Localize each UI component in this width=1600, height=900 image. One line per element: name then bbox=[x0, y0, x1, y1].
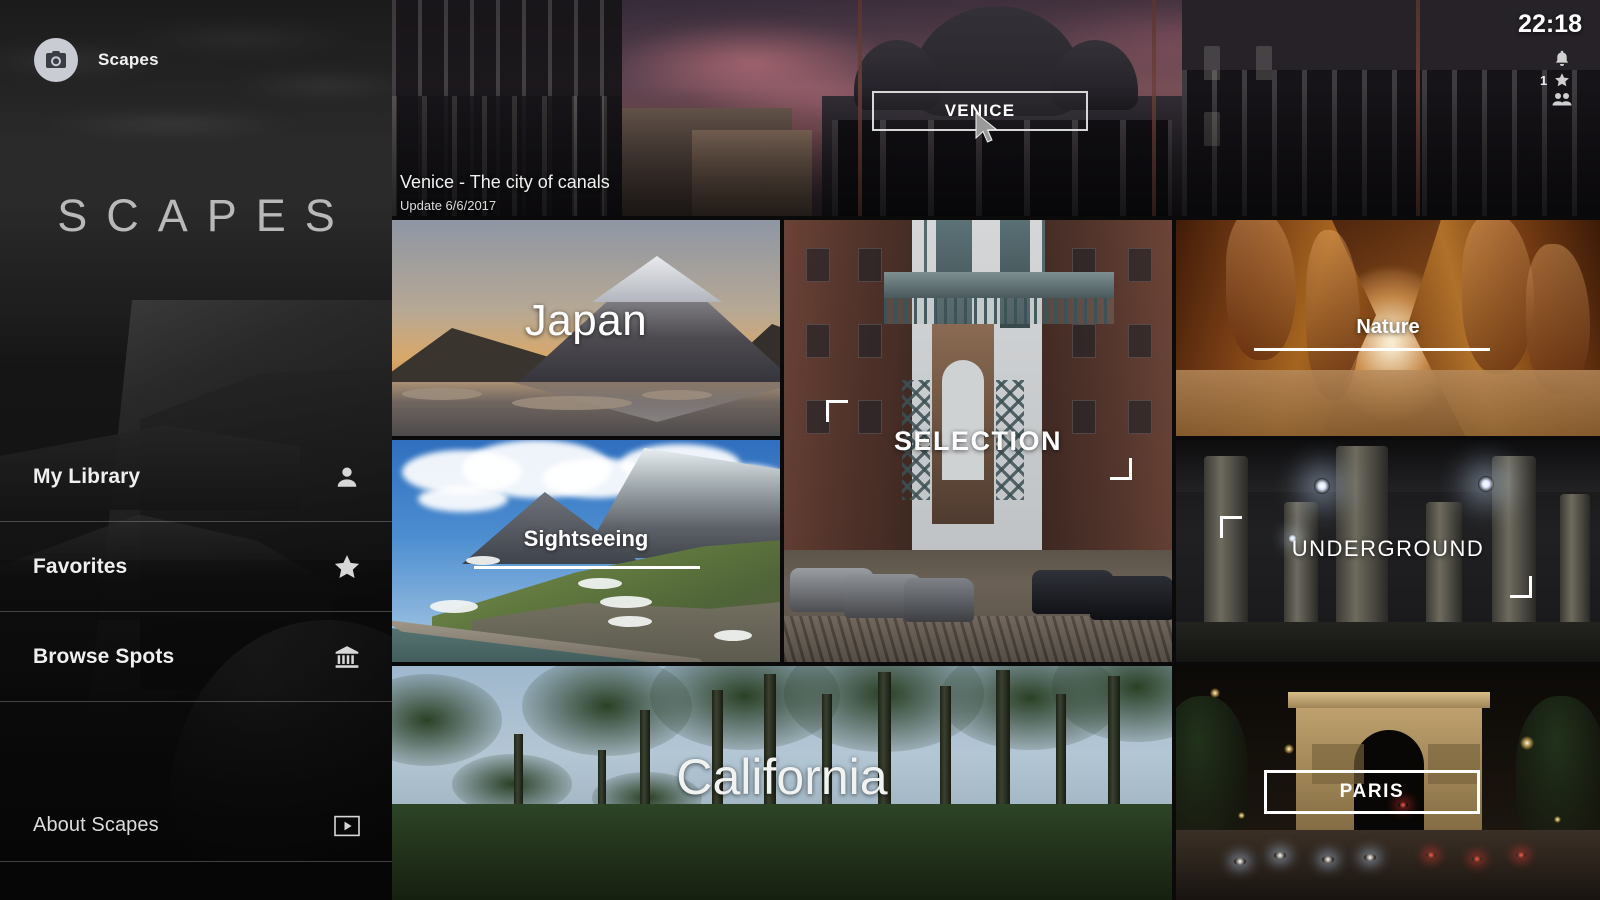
sidebar-item-my-library[interactable]: My Library bbox=[0, 432, 392, 522]
tile-grid: VENICE Venice - The city of canals Updat… bbox=[392, 0, 1600, 900]
selection-bracket-top-left bbox=[826, 400, 848, 422]
app-name-label: Scapes bbox=[98, 50, 159, 70]
sidebar-nav-bottom: About Scapes bbox=[0, 790, 392, 862]
tile-label-paris: PARIS bbox=[1340, 781, 1405, 803]
bell-icon[interactable] bbox=[1554, 50, 1570, 68]
tile-label-japan: Japan bbox=[392, 296, 780, 346]
camera-icon bbox=[34, 38, 78, 82]
sidebar-item-favorites[interactable]: Favorites bbox=[0, 522, 392, 612]
nature-underline bbox=[1254, 348, 1490, 351]
tile-label-selection: SELECTION bbox=[784, 426, 1172, 457]
sidebar-item-label: My Library bbox=[33, 465, 332, 489]
scapes-app-root: Scapes SCAPES My Library Favorites bbox=[0, 0, 1600, 900]
underground-bracket-top-left bbox=[1220, 516, 1242, 538]
hero-subtitle: Update 6/6/2017 bbox=[400, 198, 496, 213]
sidebar-item-label: Favorites bbox=[33, 555, 332, 579]
sidebar-nav: My Library Favorites Browse Spots bbox=[0, 432, 392, 702]
paris-focus-badge[interactable]: PARIS bbox=[1264, 770, 1480, 814]
hero-title: Venice - The city of canals bbox=[400, 172, 610, 193]
bank-icon bbox=[332, 642, 362, 672]
wordmark: SCAPES bbox=[0, 190, 392, 242]
tile-label-nature: Nature bbox=[1176, 316, 1600, 339]
tile-label-underground: UNDERGROUND bbox=[1176, 536, 1600, 562]
tile-selection[interactable]: SELECTION bbox=[784, 220, 1172, 662]
tile-japan[interactable]: Japan bbox=[392, 220, 780, 436]
tile-sightseeing[interactable]: Sightseeing bbox=[392, 440, 780, 662]
tile-nature[interactable]: Nature bbox=[1176, 220, 1600, 436]
users-icon[interactable] bbox=[1552, 92, 1572, 106]
brand-bar[interactable]: Scapes bbox=[34, 38, 159, 82]
selection-bracket-bottom-right bbox=[1110, 458, 1132, 480]
sidebar-item-label: About Scapes bbox=[33, 814, 332, 837]
star-icon bbox=[1554, 72, 1570, 88]
tile-label-california: California bbox=[392, 748, 1172, 806]
sidebar-item-about-scapes[interactable]: About Scapes bbox=[0, 790, 392, 862]
play-box-icon bbox=[332, 811, 362, 841]
sidebar-item-label: Browse Spots bbox=[33, 645, 332, 669]
sidebar-item-browse-spots[interactable]: Browse Spots bbox=[0, 612, 392, 702]
person-icon bbox=[332, 462, 362, 492]
sidebar: Scapes SCAPES My Library Favorites bbox=[0, 0, 392, 900]
tile-california[interactable]: California bbox=[392, 666, 1172, 900]
underground-bracket-bottom-right bbox=[1510, 576, 1532, 598]
favorite-count: 1 bbox=[1540, 73, 1547, 88]
tile-label-sightseeing: Sightseeing bbox=[392, 526, 780, 552]
venice-badge-label: VENICE bbox=[945, 101, 1016, 121]
tile-paris[interactable]: PARIS bbox=[1176, 666, 1600, 900]
venice-focus-badge[interactable]: VENICE bbox=[872, 91, 1088, 131]
status-icon-strip: 1 bbox=[1542, 50, 1582, 106]
tile-underground[interactable]: UNDERGROUND bbox=[1176, 440, 1600, 662]
sightseeing-underline bbox=[474, 566, 700, 569]
favorite-status[interactable]: 1 bbox=[1554, 72, 1570, 88]
tile-venice[interactable]: VENICE Venice - The city of canals Updat… bbox=[392, 0, 1600, 216]
clock: 22:18 bbox=[1518, 10, 1582, 39]
star-icon bbox=[332, 552, 362, 582]
